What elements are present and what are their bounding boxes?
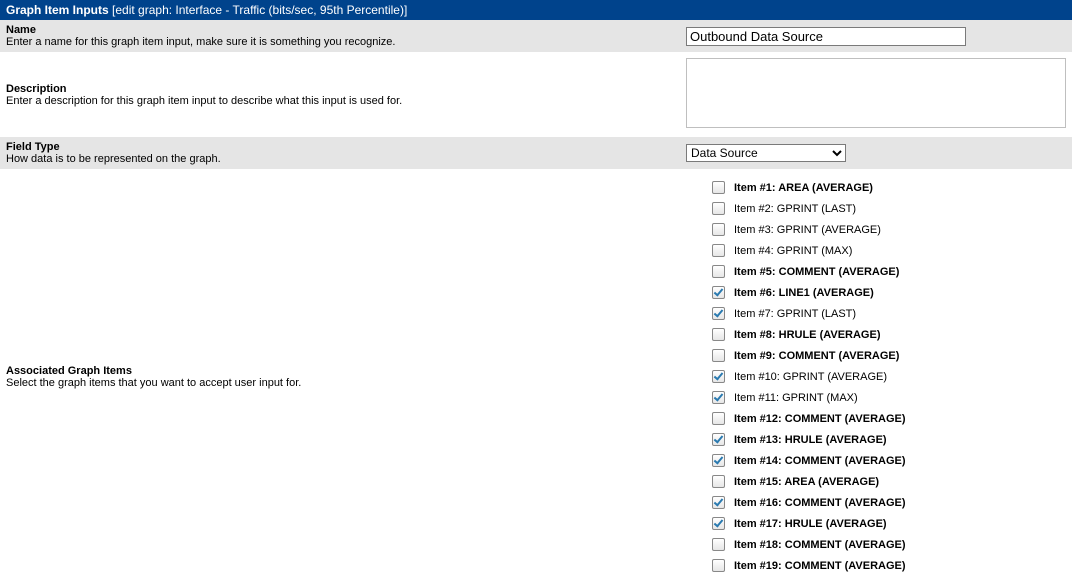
graph-item-checkbox[interactable] [712,538,725,551]
graph-item-checkbox[interactable] [712,454,725,467]
graph-item-label: Item #1: AREA (AVERAGE) [734,182,873,194]
graph-item-row: Item #7: GPRINT (LAST) [708,303,1066,324]
assoc-label: Associated Graph Items [6,365,132,377]
graph-item-label: Item #16: COMMENT (AVERAGE) [734,497,906,509]
graph-item-checkbox[interactable] [712,475,725,488]
graph-item-label: Item #19: COMMENT (AVERAGE) [734,560,906,572]
graph-item-checkbox[interactable] [712,244,725,257]
graph-item-row: Item #8: HRULE (AVERAGE) [708,324,1066,345]
section-subtitle: [edit graph: Interface - Traffic (bits/s… [112,3,407,17]
graph-item-label: Item #7: GPRINT (LAST) [734,308,856,320]
graph-item-row: Item #4: GPRINT (MAX) [708,240,1066,261]
graph-item-row: Item #9: COMMENT (AVERAGE) [708,345,1066,366]
field-type-desc: How data is to be represented on the gra… [6,153,221,165]
graph-item-row: Item #3: GPRINT (AVERAGE) [708,219,1066,240]
description-label: Description [6,83,67,95]
graph-item-checkbox[interactable] [712,286,725,299]
row-name: Name Enter a name for this graph item in… [0,20,1072,52]
graph-item-label: Item #8: HRULE (AVERAGE) [734,329,880,341]
graph-item-label: Item #18: COMMENT (AVERAGE) [734,539,906,551]
section-title: Graph Item Inputs [6,3,109,17]
graph-item-row: Item #12: COMMENT (AVERAGE) [708,408,1066,429]
graph-item-row: Item #10: GPRINT (AVERAGE) [708,366,1066,387]
graph-item-checkbox[interactable] [712,328,725,341]
graph-item-label: Item #14: COMMENT (AVERAGE) [734,455,906,467]
field-type-label: Field Type [6,141,60,153]
row-associated-items: Associated Graph Items Select the graph … [0,169,1072,584]
row-field-type: Field Type How data is to be represented… [0,137,1072,169]
section-header: Graph Item Inputs [edit graph: Interface… [0,0,1072,20]
description-textarea[interactable] [686,58,1066,128]
graph-item-label: Item #4: GPRINT (MAX) [734,245,852,257]
graph-item-row: Item #15: AREA (AVERAGE) [708,471,1066,492]
graph-item-label: Item #9: COMMENT (AVERAGE) [734,350,899,362]
graph-item-label: Item #6: LINE1 (AVERAGE) [734,287,874,299]
graph-item-checkbox[interactable] [712,181,725,194]
graph-item-row: Item #1: AREA (AVERAGE) [708,177,1066,198]
graph-item-row: Item #18: COMMENT (AVERAGE) [708,534,1066,555]
graph-item-checkbox[interactable] [712,307,725,320]
graph-item-checkbox[interactable] [712,370,725,383]
form-table: Name Enter a name for this graph item in… [0,20,1072,584]
graph-item-label: Item #5: COMMENT (AVERAGE) [734,266,899,278]
graph-item-row: Item #16: COMMENT (AVERAGE) [708,492,1066,513]
description-desc: Enter a description for this graph item … [6,95,402,107]
row-description: Description Enter a description for this… [0,52,1072,137]
name-label: Name [6,24,36,36]
graph-item-row: Item #6: LINE1 (AVERAGE) [708,282,1066,303]
graph-item-checkbox[interactable] [712,412,725,425]
graph-item-checkbox[interactable] [712,517,725,530]
graph-item-row: Item #19: COMMENT (AVERAGE) [708,555,1066,576]
graph-item-label: Item #2: GPRINT (LAST) [734,203,856,215]
graph-item-row: Item #2: GPRINT (LAST) [708,198,1066,219]
graph-item-checkbox[interactable] [712,223,725,236]
graph-item-label: Item #13: HRULE (AVERAGE) [734,434,887,446]
graph-item-label: Item #10: GPRINT (AVERAGE) [734,371,887,383]
graph-item-label: Item #17: HRULE (AVERAGE) [734,518,887,530]
assoc-desc: Select the graph items that you want to … [6,377,301,389]
graph-item-checkbox[interactable] [712,349,725,362]
graph-item-row: Item #13: HRULE (AVERAGE) [708,429,1066,450]
associated-items-list: Item #1: AREA (AVERAGE) Item #2: GPRINT (… [686,175,1066,578]
graph-item-checkbox[interactable] [712,433,725,446]
graph-item-label: Item #12: COMMENT (AVERAGE) [734,413,906,425]
graph-item-checkbox[interactable] [712,202,725,215]
graph-item-row: Item #14: COMMENT (AVERAGE) [708,450,1066,471]
name-desc: Enter a name for this graph item input, … [6,36,395,48]
graph-item-row: Item #5: COMMENT (AVERAGE) [708,261,1066,282]
graph-item-checkbox[interactable] [712,391,725,404]
graph-item-label: Item #3: GPRINT (AVERAGE) [734,224,881,236]
graph-item-label: Item #11: GPRINT (MAX) [734,392,858,404]
graph-item-row: Item #11: GPRINT (MAX) [708,387,1066,408]
graph-item-label: Item #15: AREA (AVERAGE) [734,476,879,488]
field-type-select[interactable]: Data Source [686,144,846,162]
graph-item-checkbox[interactable] [712,496,725,509]
name-input[interactable] [686,27,966,46]
graph-item-row: Item #17: HRULE (AVERAGE) [708,513,1066,534]
graph-item-checkbox[interactable] [712,265,725,278]
